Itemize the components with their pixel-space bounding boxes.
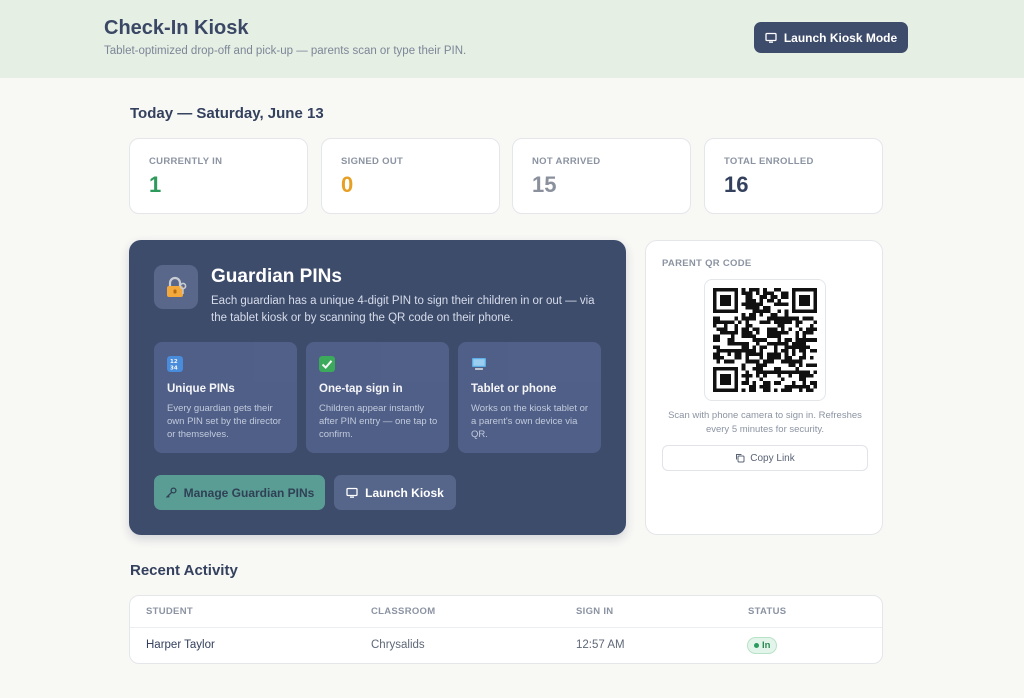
stat-label: CURRENTLY IN: [149, 156, 223, 167]
status-label: In: [762, 640, 771, 651]
stat-value: 1: [149, 172, 162, 197]
copy-link-button[interactable]: Copy Link: [662, 445, 868, 471]
svg-text:34: 34: [170, 366, 178, 372]
qr-code-frame: [704, 279, 826, 401]
table-divider: [130, 627, 882, 628]
stat-card-total-enrolled: TOTAL ENROLLED 16: [704, 138, 883, 214]
computer-icon: [472, 358, 486, 370]
feature-card-unique-pins: 12 34 Unique PINs Every guardian gets th…: [154, 342, 297, 453]
feature-card-one-tap: One-tap sign in Children appear instantl…: [306, 342, 449, 453]
stat-value: 15: [532, 172, 557, 197]
cell-classroom: Chrysalids: [371, 639, 425, 651]
monitor-icon: [765, 32, 777, 43]
stat-label: TOTAL ENROLLED: [724, 156, 814, 167]
lock-key-icon: [167, 276, 187, 297]
launch-kiosk-button[interactable]: Launch Kiosk: [334, 475, 456, 510]
page-subtitle: Tablet-optimized drop-off and pick-up — …: [104, 45, 467, 57]
feature-description: Every guardian gets their own PIN set by…: [167, 403, 282, 440]
manage-guardian-pins-label: Manage Guardian PINs: [183, 485, 315, 500]
stat-card-signed-out: SIGNED OUT 0: [321, 138, 500, 214]
status-dot: [754, 643, 759, 648]
stat-label: SIGNED OUT: [341, 156, 404, 167]
page-title: Check-In Kiosk: [104, 17, 249, 39]
manage-guardian-pins-button[interactable]: Manage Guardian PINs: [154, 475, 325, 510]
recent-activity-heading: Recent Activity: [130, 562, 238, 579]
qr-code-image: [713, 288, 817, 392]
column-header-student: STUDENT: [146, 606, 193, 617]
number-keypad-icon: 12 34: [167, 356, 183, 372]
guardian-pins-title: Guardian PINs: [211, 266, 342, 287]
copy-icon: [736, 454, 745, 463]
feature-card-tablet-phone: Tablet or phone Works on the kiosk table…: [458, 342, 601, 453]
launch-kiosk-mode-label: Launch Kiosk Mode: [783, 30, 898, 45]
column-header-sign-in: SIGN IN: [576, 606, 614, 617]
stat-value: 16: [724, 172, 749, 197]
today-heading: Today — Saturday, June 13: [130, 105, 324, 122]
feature-title: Tablet or phone: [471, 383, 557, 395]
qr-label: PARENT QR CODE: [662, 258, 752, 269]
stat-card-currently-in: CURRENTLY IN 1: [129, 138, 308, 214]
key-icon: [165, 486, 177, 498]
stat-card-not-arrived: NOT ARRIVED 15: [512, 138, 691, 214]
feature-title: Unique PINs: [167, 383, 235, 395]
column-header-classroom: CLASSROOM: [371, 606, 436, 617]
page-header: Check-In Kiosk Tablet-optimized drop-off…: [0, 0, 1024, 78]
guardian-pins-card: Guardian PINs Each guardian has a unique…: [129, 240, 626, 535]
stat-value: 0: [341, 172, 354, 197]
cell-student: Harper Taylor: [146, 639, 215, 651]
guardian-pins-description: Each guardian has a unique 4-digit PIN t…: [211, 295, 595, 324]
launch-kiosk-mode-button[interactable]: Launch Kiosk Mode: [754, 22, 908, 53]
monitor-icon: [346, 487, 358, 498]
copy-link-label: Copy Link: [750, 452, 795, 464]
feature-description: Children appear instantly after PIN entr…: [319, 403, 438, 440]
feature-description: Works on the kiosk tablet or a parent's …: [471, 403, 589, 440]
cell-sign-in: 12:57 AM: [576, 639, 625, 651]
svg-text:12: 12: [170, 359, 178, 365]
launch-kiosk-label: Launch Kiosk: [365, 485, 444, 500]
checkmark-icon: [319, 356, 335, 372]
parent-qr-card: PARENT QR CODE Scan with phone camera to…: [645, 240, 883, 535]
qr-caption: Scan with phone camera to sign in. Refre…: [668, 410, 862, 435]
feature-title: One-tap sign in: [319, 383, 403, 395]
column-header-status: STATUS: [748, 606, 787, 617]
recent-activity-table: STUDENT CLASSROOM SIGN IN STATUS Harper …: [129, 595, 883, 664]
status-badge: In: [747, 637, 778, 654]
lock-icon-box: [154, 265, 198, 309]
stat-label: NOT ARRIVED: [532, 156, 601, 167]
